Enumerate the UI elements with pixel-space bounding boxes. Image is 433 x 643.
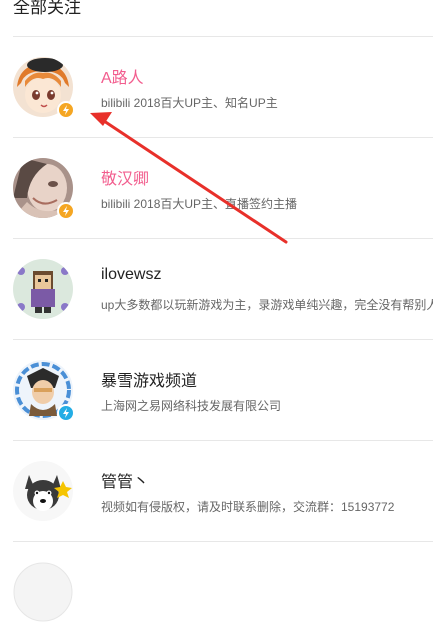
follow-item-5[interactable]: 管管丶 视频如有侵版权，请及时联系删除，交流群：15193772 xyxy=(13,441,433,542)
user-name[interactable]: 管管丶 xyxy=(101,468,149,492)
user-description: up大多数都以玩新游戏为主，录游戏单纯兴趣，完全没有帮别人 xyxy=(101,298,433,312)
user-name[interactable]: A路人 xyxy=(101,64,144,88)
avatar[interactable] xyxy=(13,562,73,622)
lightning-gold-icon xyxy=(57,101,75,119)
user-description: bilibili 2018百大UP主、直播签约主播 xyxy=(101,197,298,211)
lightning-gold-icon xyxy=(57,202,75,220)
avatar-image xyxy=(13,562,73,622)
avatar[interactable] xyxy=(13,360,75,422)
avatar[interactable] xyxy=(13,461,73,521)
user-description: 视频如有侵版权，请及时联系删除，交流群：15193772 xyxy=(101,500,395,514)
avatar-image xyxy=(13,461,73,521)
avatar[interactable] xyxy=(13,259,73,319)
user-description: 上海网之易网络科技发展有限公司 xyxy=(101,399,282,413)
page-title: 全部关注 xyxy=(13,0,81,17)
follow-item-6[interactable] xyxy=(13,542,433,643)
avatar[interactable] xyxy=(13,158,75,220)
avatar-image xyxy=(13,259,73,319)
user-name[interactable]: 暴雪游戏频道 xyxy=(101,367,197,391)
user-name[interactable]: ilovewsz xyxy=(101,266,161,284)
follow-item-4[interactable]: 暴雪游戏频道 上海网之易网络科技发展有限公司 xyxy=(13,340,433,441)
lightning-blue-icon xyxy=(57,404,75,422)
user-description: bilibili 2018百大UP主、知名UP主 xyxy=(101,96,278,110)
follow-item-2[interactable]: 敬汉卿 bilibili 2018百大UP主、直播签约主播 xyxy=(13,138,433,239)
avatar[interactable] xyxy=(13,57,75,119)
follow-item-1[interactable]: A路人 bilibili 2018百大UP主、知名UP主 xyxy=(13,37,433,138)
user-name[interactable]: 敬汉卿 xyxy=(101,165,149,189)
follow-item-3[interactable]: ilovewsz up大多数都以玩新游戏为主，录游戏单纯兴趣，完全没有帮别人 xyxy=(13,239,433,340)
